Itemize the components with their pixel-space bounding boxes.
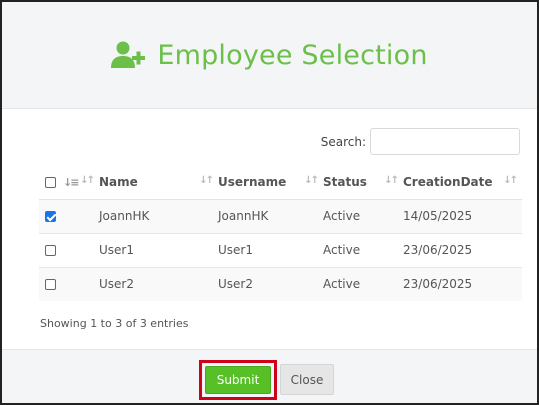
table-row[interactable]: User2 User2 Active 23/06/2025: [39, 266, 522, 301]
column-label: Name: [99, 174, 138, 189]
employee-selection-dialog: Employee Selection Search: ↓≡ ↓↑ Name ↓↑: [0, 0, 539, 405]
dialog-title: Employee Selection: [157, 39, 428, 71]
column-header-name[interactable]: Name ↓↑: [99, 165, 218, 200]
cell-creation-date: 23/06/2025: [403, 232, 522, 267]
cell-status: Active: [323, 232, 403, 267]
dialog-footer: Submit Close: [2, 349, 537, 403]
cell-name: JoannHK: [99, 198, 218, 233]
table-header-row: ↓≡ ↓↑ Name ↓↑ Username ↓↑ Status ↓↑ Crea…: [39, 165, 522, 200]
cell-creation-date: 23/06/2025: [403, 266, 522, 301]
table-info: Showing 1 to 3 of 3 entries: [40, 317, 189, 330]
add-user-icon: [111, 41, 146, 68]
row-check-cell: [39, 198, 63, 233]
table-row[interactable]: JoannHK JoannHK Active 14/05/2025: [39, 198, 522, 233]
column-label: CreationDate: [403, 174, 493, 189]
cell-username: User2: [218, 266, 323, 301]
submit-highlight: Submit: [199, 360, 277, 400]
row-check-cell: [39, 266, 63, 301]
column-header-creationdate[interactable]: CreationDate ↓↑: [403, 165, 522, 200]
close-button[interactable]: Close: [280, 364, 334, 395]
column-header-username[interactable]: Username ↓↑: [218, 165, 323, 200]
row-checkbox[interactable]: [45, 245, 56, 256]
sort-icon: ↓↑: [503, 175, 518, 186]
column-label: Username: [218, 174, 287, 189]
sort-desc-icon: ↓≡: [63, 175, 80, 189]
sort-icon: ↓↑: [199, 175, 214, 186]
sort-icon: ↓↑: [384, 175, 399, 186]
row-spacer: [63, 232, 99, 267]
cell-name: User2: [99, 266, 218, 301]
cell-username: JoannHK: [218, 198, 323, 233]
sort-column-header[interactable]: ↓≡ ↓↑: [63, 165, 99, 200]
column-label: Status: [323, 174, 367, 189]
search-input[interactable]: [370, 128, 520, 155]
select-all-cell: [39, 165, 63, 200]
search-row: Search:: [321, 128, 520, 155]
submit-button[interactable]: Submit: [205, 366, 271, 394]
sort-icon: ↓↑: [80, 175, 95, 186]
dialog-header: Employee Selection: [2, 2, 537, 109]
row-checkbox[interactable]: [45, 279, 56, 291]
row-check-cell: [39, 232, 63, 267]
title-wrap: Employee Selection: [111, 40, 427, 71]
row-spacer: [63, 266, 99, 301]
cell-status: Active: [323, 266, 403, 301]
sort-icon: ↓↑: [304, 175, 319, 186]
row-checkbox[interactable]: [45, 211, 56, 222]
cell-status: Active: [323, 198, 403, 233]
table-row[interactable]: User1 User1 Active 23/06/2025: [39, 232, 522, 267]
employee-table: ↓≡ ↓↑ Name ↓↑ Username ↓↑ Status ↓↑ Crea…: [39, 165, 522, 301]
row-spacer: [63, 198, 99, 233]
cell-name: User1: [99, 232, 218, 267]
cell-creation-date: 14/05/2025: [403, 198, 522, 233]
column-header-status[interactable]: Status ↓↑: [323, 165, 403, 200]
cell-username: User1: [218, 232, 323, 267]
search-label: Search:: [320, 134, 366, 149]
select-all-checkbox[interactable]: [45, 176, 56, 188]
